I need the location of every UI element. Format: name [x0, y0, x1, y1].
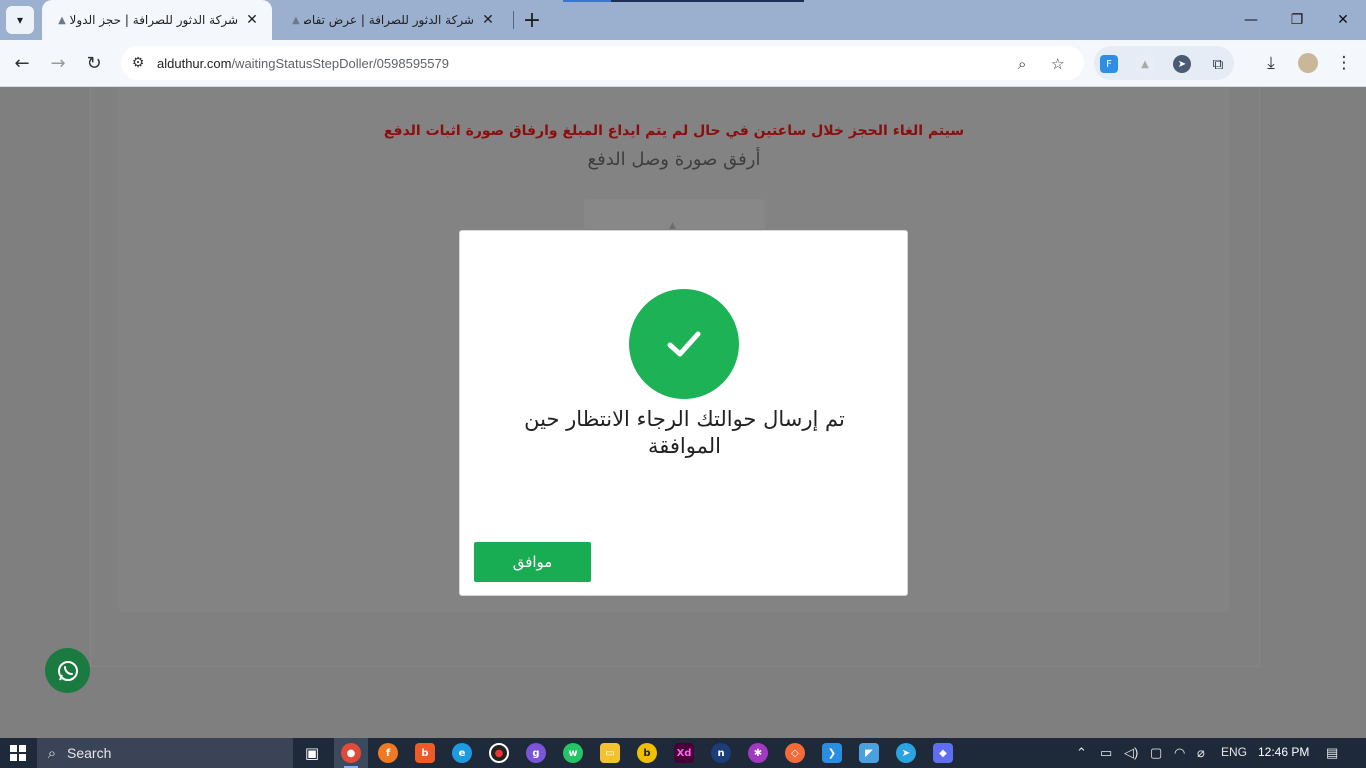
restore-icon: ❐ [1290, 12, 1304, 28]
minimize-icon: — [1244, 12, 1258, 28]
site-favicon-icon: ▲ [58, 14, 66, 26]
url-host: alduthur.com [157, 55, 232, 71]
wifi-icon[interactable]: ◠ [1174, 745, 1185, 761]
notifications-icon[interactable]: ▤ [1326, 745, 1338, 761]
site-info-icon[interactable]: ⚙ [123, 55, 153, 71]
new-tab-button[interactable]: + [518, 6, 546, 34]
record-icon[interactable]: ● [489, 743, 509, 763]
zoom-icon[interactable]: ⌕ [1018, 55, 1026, 73]
tab-divider [513, 11, 514, 29]
telegram-icon[interactable]: ➤ [896, 743, 916, 763]
new-tab-icon: + [522, 7, 542, 33]
start-button[interactable] [0, 738, 36, 768]
forward-button[interactable]: → [43, 48, 73, 78]
tab-active[interactable]: ▲ شركة الدثور للصرافة | حجز الدولار ✕ [42, 0, 272, 40]
tab-title: شركة الدثور للصرافة | عرض تفاصيل [304, 13, 474, 27]
forward-icon: → [50, 52, 66, 74]
tab-strip: ▾ ▲ شركة الدثور للصرافة | حجز الدولار ✕ … [0, 0, 1366, 40]
search-icon: ⌕ [47, 744, 57, 762]
success-circle [629, 289, 739, 399]
clock[interactable]: 12:46 PM [1258, 745, 1309, 759]
language-indicator[interactable]: ENG [1221, 745, 1247, 759]
taskbar-search[interactable]: ⌕ Search [37, 738, 293, 768]
file-explorer-icon[interactable]: ▭ [600, 743, 620, 763]
browser-menu-button[interactable]: ⋮ [1329, 48, 1359, 78]
restore-button[interactable]: ❐ [1274, 0, 1320, 40]
copilot-icon[interactable]: ◆ [933, 743, 953, 763]
reload-button[interactable]: ↻ [79, 48, 109, 78]
url-text: alduthur.com/waitingStatusStepDoller/059… [157, 56, 449, 71]
whatsapp-icon [57, 660, 78, 681]
extension-site-icon[interactable]: ▲ [1136, 55, 1154, 73]
attach-receipt-label: أرفق صورة وصل الدفع [587, 149, 761, 170]
app-icon-3[interactable]: ◇ [785, 743, 805, 763]
tab-title: شركة الدثور للصرافة | حجز الدولار [70, 13, 238, 27]
adobe-xd-icon[interactable]: Xd [674, 743, 694, 763]
close-icon[interactable]: ✕ [480, 12, 496, 28]
profile-avatar [1298, 53, 1318, 73]
back-icon: ← [14, 52, 30, 74]
reload-icon: ↻ [86, 52, 102, 74]
extensions-area: F ▲ ➤ ⧉ [1094, 46, 1234, 80]
url-path: /waitingStatusStepDoller/0598595579 [231, 55, 449, 71]
success-dialog: تم إرسال حوالتك الرجاء الانتظار حين المو… [459, 230, 908, 596]
brave-icon[interactable]: b [415, 743, 435, 763]
close-window-button[interactable]: ✕ [1320, 0, 1366, 40]
profile-button[interactable] [1293, 48, 1323, 78]
app-icon-2[interactable]: ✱ [748, 743, 768, 763]
minimize-button[interactable]: — [1228, 0, 1274, 40]
extension-cursor-icon[interactable]: ➤ [1173, 55, 1191, 73]
download-button[interactable]: ⤓ [1256, 48, 1286, 78]
bookmark-star-icon[interactable]: ☆ [1051, 55, 1064, 73]
whatsapp-app-icon[interactable]: w [563, 743, 583, 763]
firefox-icon[interactable]: f [378, 743, 398, 763]
edge-icon[interactable]: e [452, 743, 472, 763]
vscode-icon[interactable]: ❯ [822, 743, 842, 763]
app-icon[interactable]: n [711, 743, 731, 763]
cancellation-warning: سيتم الغاء الحجز خلال ساعتين في حال لم ي… [383, 123, 965, 139]
address-bar[interactable]: ⚙ alduthur.com/waitingStatusStepDoller/0… [121, 46, 1084, 80]
tab-inactive[interactable]: ▲ شركة الدثور للصرافة | عرض تفاصيل ✕ [276, 0, 508, 40]
site-favicon-icon: ▲ [292, 14, 300, 26]
taskbar-search-label: Search [67, 745, 112, 761]
battery-icon[interactable]: ▭ [1100, 745, 1112, 761]
chevron-down-icon: ▾ [16, 13, 24, 27]
tab-search-button[interactable]: ▾ [6, 6, 34, 34]
chrome-icon[interactable]: ● [341, 743, 361, 763]
checkmark-icon [667, 331, 701, 357]
close-icon[interactable]: ✕ [244, 12, 260, 28]
chevron-up-icon[interactable]: ⌃ [1076, 745, 1087, 761]
bing-icon[interactable]: b [637, 743, 657, 763]
network-icon[interactable]: ⌀ [1197, 745, 1205, 761]
extensions-icon[interactable]: ⧉ [1209, 55, 1227, 73]
task-view-icon[interactable]: ▣ [302, 743, 322, 763]
whatsapp-button[interactable] [45, 648, 90, 693]
app-icon-4[interactable]: ◤ [859, 743, 879, 763]
close-icon: ✕ [1337, 12, 1349, 28]
extension-translate-icon[interactable]: F [1100, 55, 1118, 73]
dialog-message: تم إرسال حوالتك الرجاء الانتظار حين المو… [524, 407, 845, 458]
browser-toolbar: ← → ↻ ⚙ alduthur.com/waitingStatusStepDo… [0, 40, 1366, 87]
camera-icon[interactable]: ▢ [1150, 745, 1162, 761]
github-icon[interactable]: g [526, 743, 546, 763]
back-button[interactable]: ← [7, 48, 37, 78]
menu-icon: ⋮ [1335, 53, 1353, 73]
volume-icon[interactable]: ◁) [1124, 745, 1138, 761]
ok-button[interactable]: موافق [474, 542, 591, 582]
download-icon: ⤓ [1267, 53, 1275, 73]
taskbar: ⌕ Search ▣ ● f b e ● g w ▭ b Xd n ✱ ◇ ❯ … [0, 738, 1366, 768]
loading-indicator-progress [563, 0, 611, 2]
windows-start-icon [10, 745, 26, 761]
